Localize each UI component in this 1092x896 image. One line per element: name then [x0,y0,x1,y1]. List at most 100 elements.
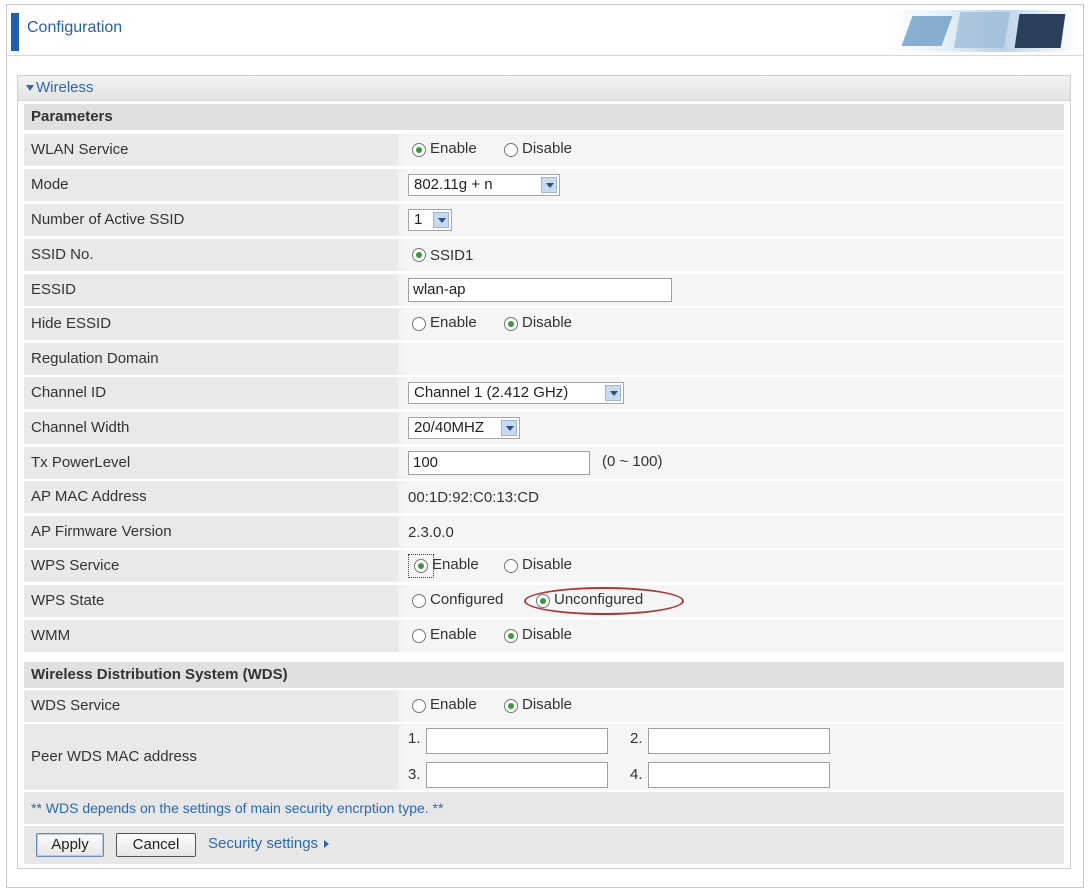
label-hide-essid: Hide ESSID [24,308,398,340]
wps-configured-radio[interactable] [412,594,426,608]
wlan-enable-label: Enable [430,140,477,157]
page-title: Configuration [27,19,123,36]
num-ssid-value: 1 [414,211,423,228]
label-wds-service: WDS Service [24,690,398,722]
row-wlan-service: WLAN Service Enable Disable [24,134,1064,166]
chevron-down-icon[interactable] [501,420,517,436]
label-wmm: WMM [24,620,398,652]
group-parameters: Parameters [24,104,1064,130]
row-wps-service: WPS Service Enable Disable [24,550,1064,582]
label-regulation: Regulation Domain [24,343,398,375]
row-tx-power: Tx PowerLevel 100 (0 ~ 100) [24,447,1064,479]
apply-button[interactable]: Apply [36,833,104,857]
banner-image [887,10,1077,52]
wds-enable-radio[interactable] [412,699,426,713]
wlan-disable-radio[interactable] [504,143,518,157]
tx-power-range: (0 ~ 100) [602,453,663,470]
wps-enable-radio[interactable] [414,559,428,573]
hide-essid-disable-label: Disable [522,314,573,331]
wmm-enable-label: Enable [430,626,477,643]
row-ap-mac: AP MAC Address 00:1D:92:C0:13:CD [24,481,1064,513]
top-bar: Configuration [7,5,1083,56]
wps-disable-radio[interactable] [504,559,518,573]
wlan-enable-radio[interactable] [412,143,426,157]
wmm-disable-label: Disable [522,626,573,643]
wds-note: ** WDS depends on the settings of main s… [24,792,1064,824]
section-header[interactable]: Wireless [18,76,1070,101]
label-tx-power: Tx PowerLevel [24,447,398,479]
ap-mac-value: 00:1D:92:C0:13:CD [408,489,539,506]
essid-input[interactable]: wlan-ap [408,278,672,302]
title-accent [11,13,19,51]
peer-4-label: 4. [630,766,643,783]
wps-unconfigured-label: Unconfigured [554,591,644,608]
label-essid: ESSID [24,274,398,306]
wps-enable-label: Enable [432,556,479,573]
label-wps-service: WPS Service [24,550,398,582]
chevron-down-icon[interactable] [605,385,621,401]
channel-width-select[interactable]: 20/40MHZ [408,417,520,439]
hide-essid-enable-label: Enable [430,314,477,331]
cancel-button[interactable]: Cancel [116,833,196,857]
wmm-disable-radio[interactable] [504,629,518,643]
peer-wds-mac-1-input[interactable] [426,728,608,754]
row-channel-id: Channel ID Channel 1 (2.412 GHz) [24,377,1064,409]
label-mode: Mode [24,169,398,201]
wps-unconfigured-radio[interactable] [536,594,550,608]
wds-disable-radio[interactable] [504,699,518,713]
label-channel-width: Channel Width [24,412,398,444]
channel-id-value: Channel 1 (2.412 GHz) [414,384,569,401]
wlan-disable-label: Disable [522,140,573,157]
row-ssid-no: SSID No. SSID1 [24,239,1064,271]
hide-essid-disable-radio[interactable] [504,317,518,331]
peer-wds-mac-4-input[interactable] [648,762,830,788]
hide-essid-enable-radio[interactable] [412,317,426,331]
chevron-right-icon [324,840,330,849]
peer-2-label: 2. [630,730,643,747]
mode-value: 802.11g + n [414,176,493,193]
peer-wds-mac-3-input[interactable] [426,762,608,788]
label-ap-mac: AP MAC Address [24,481,398,513]
ap-fw-value: 2.3.0.0 [408,524,454,541]
wds-enable-label: Enable [430,696,477,713]
section-title: Wireless [36,79,94,96]
wps-disable-label: Disable [522,556,573,573]
row-essid: ESSID wlan-ap [24,274,1064,306]
tx-power-input[interactable]: 100 [408,451,590,475]
button-bar: Apply Cancel Security settings [24,826,1064,864]
row-wps-state: WPS State Configured Unconfigured [24,585,1064,617]
row-ap-fw: AP Firmware Version 2.3.0.0 [24,516,1064,548]
mode-select[interactable]: 802.11g + n [408,174,560,196]
wmm-enable-radio[interactable] [412,629,426,643]
row-channel-width: Channel Width 20/40MHZ [24,412,1064,444]
row-num-ssid: Number of Active SSID 1 [24,204,1064,236]
channel-id-select[interactable]: Channel 1 (2.412 GHz) [408,382,624,404]
wps-configured-label: Configured [430,591,504,608]
row-regulation: Regulation Domain [24,343,1064,375]
wireless-panel: Wireless Parameters WLAN Service Enable … [17,75,1071,869]
label-ssid-no: SSID No. [24,239,398,271]
row-wds-service: WDS Service Enable Disable [24,690,1064,722]
wds-disable-label: Disable [522,696,573,713]
channel-width-value: 20/40MHZ [414,419,485,436]
chevron-down-icon[interactable] [433,212,449,228]
ssid1-radio[interactable] [412,248,426,262]
peer-3-label: 3. [408,766,421,783]
ssid1-label: SSID1 [430,247,474,264]
label-ap-fw: AP Firmware Version [24,516,398,548]
label-wps-state: WPS State [24,585,398,617]
row-wmm: WMM Enable Disable [24,620,1064,652]
collapse-triangle-icon[interactable] [26,85,34,92]
row-hide-essid: Hide ESSID Enable Disable [24,308,1064,340]
security-settings-link[interactable]: Security settings [208,835,330,852]
page-frame: Configuration Wireless Parameters WLAN S… [6,4,1084,888]
label-wlan-service: WLAN Service [24,134,398,166]
row-mode: Mode 802.11g + n [24,169,1064,201]
label-num-ssid: Number of Active SSID [24,204,398,236]
peer-1-label: 1. [408,730,421,747]
chevron-down-icon[interactable] [541,177,557,193]
label-channel-id: Channel ID [24,377,398,409]
group-wds: Wireless Distribution System (WDS) [24,662,1064,688]
num-ssid-select[interactable]: 1 [408,209,452,231]
peer-wds-mac-2-input[interactable] [648,728,830,754]
